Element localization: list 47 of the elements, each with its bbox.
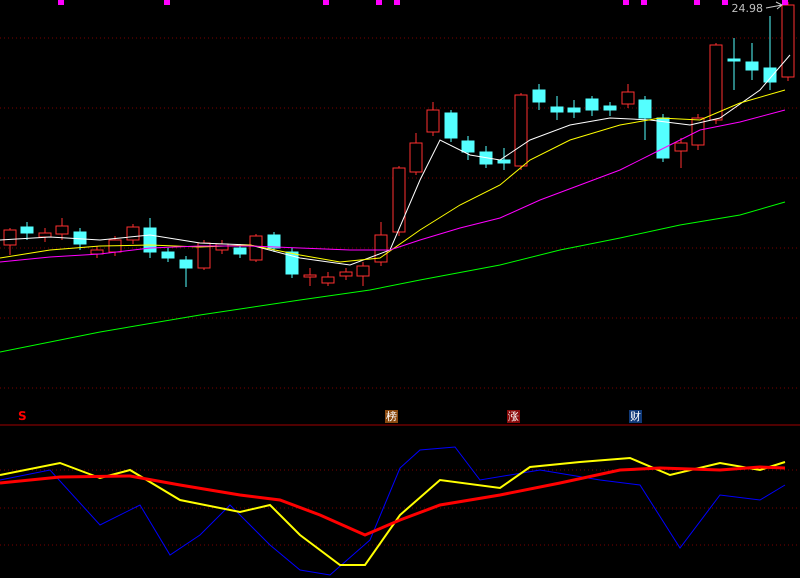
candlestick — [410, 132, 422, 176]
candlestick — [568, 100, 580, 118]
pointer-arrow-icon — [766, 2, 783, 10]
candlestick — [108, 236, 122, 256]
candlestick — [374, 222, 388, 266]
candlestick — [604, 102, 616, 116]
candlestick — [286, 248, 298, 278]
candlestick — [234, 244, 246, 258]
candlestick — [180, 256, 192, 288]
candlestick — [532, 84, 546, 110]
candlestick — [126, 224, 140, 244]
candlestick — [638, 96, 652, 140]
candlestick — [250, 234, 262, 262]
candlestick — [322, 272, 334, 286]
marker-badge: 榜 — [385, 410, 398, 423]
candlestick — [444, 110, 458, 142]
candlestick — [550, 96, 564, 120]
candlestick — [392, 166, 406, 236]
candlestick — [216, 240, 228, 254]
candlestick — [56, 218, 68, 240]
marker-badge: 财 — [629, 410, 642, 423]
candlestick — [20, 222, 34, 240]
price-label: 24.98 — [732, 2, 763, 15]
candlestick — [480, 146, 492, 168]
candlestick — [90, 246, 104, 258]
candlestick — [692, 114, 704, 150]
candlestick — [498, 148, 510, 170]
candlestick — [728, 38, 740, 90]
candlestick — [622, 84, 634, 108]
candlestick — [586, 96, 598, 116]
candlestick — [674, 138, 688, 168]
candlestick — [198, 240, 210, 270]
candlestick — [462, 136, 474, 160]
candlestick — [144, 218, 156, 258]
candlestick — [656, 114, 670, 162]
candlestick — [304, 268, 316, 286]
candlestick — [356, 262, 370, 286]
candlestick — [340, 268, 352, 280]
candlestick — [162, 248, 174, 262]
signal-marker: S — [18, 409, 27, 423]
marker-badge: 涨 — [507, 410, 520, 423]
candlestick — [426, 102, 440, 136]
candlestick — [74, 228, 86, 250]
candlestick — [38, 228, 52, 242]
candlestick — [746, 42, 758, 80]
candlestick — [268, 232, 280, 252]
candlestick — [4, 228, 16, 256]
